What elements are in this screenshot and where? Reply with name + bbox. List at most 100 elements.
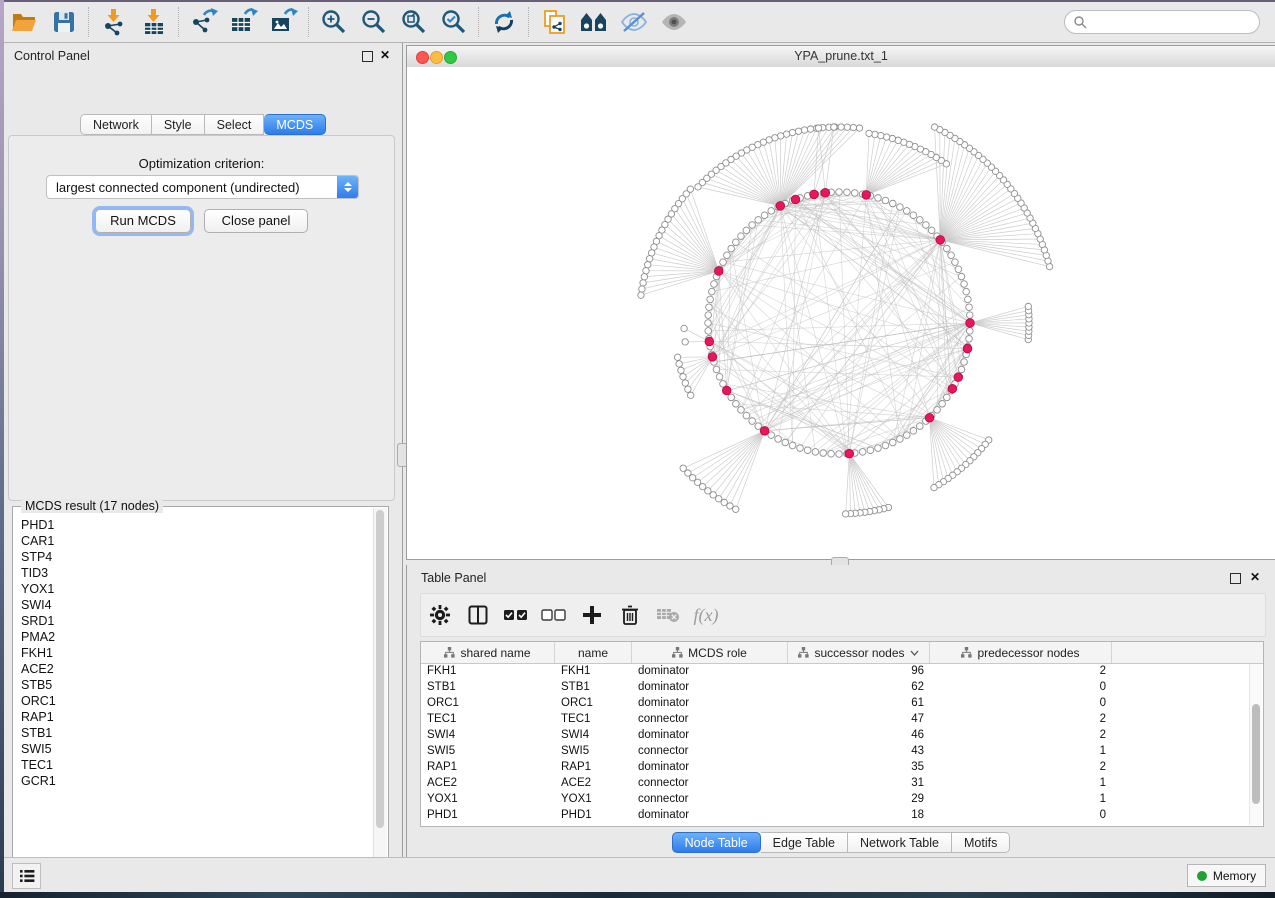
table-cell: 47 <box>788 711 930 727</box>
zoom-fit-icon[interactable] <box>394 5 434 39</box>
close-panel-icon[interactable]: ✕ <box>379 49 391 61</box>
show-all-eye-icon[interactable] <box>654 5 694 39</box>
cytoscape-window: Control Panel ✕ Network Style Select MCD… <box>4 2 1275 892</box>
mcds-result-item[interactable]: PMA2 <box>21 629 374 645</box>
mcds-result-item[interactable]: GCR1 <box>21 773 374 789</box>
import-network-icon[interactable] <box>94 5 134 39</box>
table-row[interactable]: SWI4SWI4dominator462 <box>421 727 1263 743</box>
table-row[interactable]: ACE2ACE2connector311 <box>421 775 1263 791</box>
table-row[interactable]: PHD1PHD1dominator180 <box>421 807 1263 823</box>
table-cell: 35 <box>788 759 930 775</box>
hide-selected-eye-icon[interactable] <box>614 5 654 39</box>
import-table-icon[interactable] <box>134 5 174 39</box>
mcds-result-item[interactable]: FKH1 <box>21 645 374 661</box>
zoom-in-icon[interactable] <box>314 5 354 39</box>
first-neighbors-icon[interactable] <box>574 5 614 39</box>
network-window-titlebar[interactable]: YPA_prune.txt_1 <box>407 46 1275 68</box>
search-input[interactable] <box>1087 14 1251 30</box>
export-image-icon[interactable] <box>264 5 304 39</box>
zoom-out-icon[interactable] <box>354 5 394 39</box>
table-cell: ACE2 <box>555 775 632 791</box>
add-column-icon[interactable] <box>573 598 611 632</box>
mcds-result-item[interactable]: PHD1 <box>21 517 374 533</box>
search-field[interactable] <box>1064 10 1260 34</box>
close-panel-button[interactable]: Close panel <box>204 209 308 233</box>
column-layout-icon[interactable] <box>459 598 497 632</box>
tab-node-table[interactable]: Node Table <box>672 832 761 853</box>
network-canvas[interactable] <box>407 67 1274 559</box>
mcds-result-item[interactable]: ACE2 <box>21 661 374 677</box>
open-folder-icon[interactable] <box>4 5 44 39</box>
function-builder-icon[interactable]: f(x) <box>687 598 725 632</box>
table-cell: 0 <box>930 807 1112 823</box>
table-cell: 46 <box>788 727 930 743</box>
export-network-icon[interactable] <box>184 5 224 39</box>
mcds-result-item[interactable]: SRD1 <box>21 613 374 629</box>
mcds-result-item[interactable]: STB1 <box>21 725 374 741</box>
mcds-result-item[interactable]: TID3 <box>21 565 374 581</box>
export-table-icon[interactable] <box>224 5 264 39</box>
table-row[interactable]: RAP1RAP1dominator352 <box>421 759 1263 775</box>
table-cell: dominator <box>632 679 788 695</box>
delete-table-icon[interactable] <box>649 598 687 632</box>
deselect-all-checkboxes-icon[interactable] <box>535 598 573 632</box>
table-cell: ACE2 <box>421 775 555 791</box>
tab-select[interactable]: Select <box>205 114 265 135</box>
save-icon[interactable] <box>44 5 84 39</box>
column-header-MCDS-role[interactable]: MCDS role <box>632 642 788 663</box>
table-row[interactable]: ORC1ORC1dominator610 <box>421 695 1263 711</box>
table-row[interactable]: FKH1FKH1dominator962 <box>421 663 1263 679</box>
share-document-icon[interactable] <box>534 5 574 39</box>
table-row[interactable]: TEC1TEC1connector472 <box>421 711 1263 727</box>
mcds-result-item[interactable]: SWI5 <box>21 741 374 757</box>
tab-mcds[interactable]: MCDS <box>264 114 326 135</box>
float-panel-icon[interactable] <box>362 51 373 62</box>
table-cell: 31 <box>788 775 930 791</box>
tab-style[interactable]: Style <box>152 114 205 135</box>
column-header-name[interactable]: name <box>555 642 632 663</box>
column-header-predecessor-nodes[interactable]: predecessor nodes <box>930 642 1112 663</box>
column-header-successor-nodes[interactable]: successor nodes <box>788 642 930 663</box>
table-panel-title: Table Panel <box>421 571 486 585</box>
criterion-dropdown[interactable]: largest connected component (undirected) <box>46 175 359 199</box>
mcds-result-list: PHD1CAR1STP4TID3YOX1SWI4SRD1PMA2FKH1ACE2… <box>13 511 374 881</box>
mcds-result-item[interactable]: ORC1 <box>21 693 374 709</box>
table-row[interactable]: STB1STB1dominator620 <box>421 679 1263 695</box>
tab-edge-table[interactable]: Edge Table <box>761 832 848 853</box>
mcds-result-item[interactable]: SWI4 <box>21 597 374 613</box>
delete-column-icon[interactable] <box>611 598 649 632</box>
table-panel: Table Panel ✕ <box>406 565 1275 858</box>
close-table-panel-icon[interactable]: ✕ <box>1249 571 1261 583</box>
settings-gear-icon[interactable] <box>421 598 459 632</box>
table-row[interactable]: SWI5SWI5connector431 <box>421 743 1263 759</box>
mcds-result-item[interactable]: YOX1 <box>21 581 374 597</box>
run-mcds-button[interactable]: Run MCDS <box>95 209 191 233</box>
tab-network-table[interactable]: Network Table <box>848 832 952 853</box>
select-all-checkboxes-icon[interactable] <box>497 598 535 632</box>
column-header-shared-name[interactable]: shared name <box>421 642 555 663</box>
memory-button[interactable]: Memory <box>1187 864 1266 887</box>
mcds-result-item[interactable]: TEC1 <box>21 757 374 773</box>
tab-network[interactable]: Network <box>80 114 152 135</box>
network-window: YPA_prune.txt_1 <box>406 45 1275 560</box>
mcds-list-scrollbar[interactable] <box>373 508 387 880</box>
refresh-icon[interactable] <box>484 5 524 39</box>
table-cell: 61 <box>788 695 930 711</box>
table-cell: SWI4 <box>421 727 555 743</box>
table-row[interactable]: YOX1YOX1connector291 <box>421 791 1263 807</box>
tab-motifs[interactable]: Motifs <box>952 832 1010 853</box>
table-cell: 96 <box>788 663 930 679</box>
mcds-result-item[interactable]: CAR1 <box>21 533 374 549</box>
toolbar-separator <box>308 7 310 37</box>
network-window-title: YPA_prune.txt_1 <box>407 49 1275 63</box>
table-scrollbar[interactable] <box>1249 664 1262 825</box>
table-cell: ORC1 <box>421 695 555 711</box>
float-table-panel-icon[interactable] <box>1230 573 1241 584</box>
mcds-result-item[interactable]: STP4 <box>21 549 374 565</box>
task-history-button[interactable] <box>12 863 41 889</box>
zoom-selected-icon[interactable] <box>434 5 474 39</box>
control-panel: Control Panel ✕ Network Style Select MCD… <box>4 43 401 858</box>
toolbar-separator <box>478 7 480 37</box>
mcds-result-item[interactable]: STB5 <box>21 677 374 693</box>
mcds-result-item[interactable]: RAP1 <box>21 709 374 725</box>
